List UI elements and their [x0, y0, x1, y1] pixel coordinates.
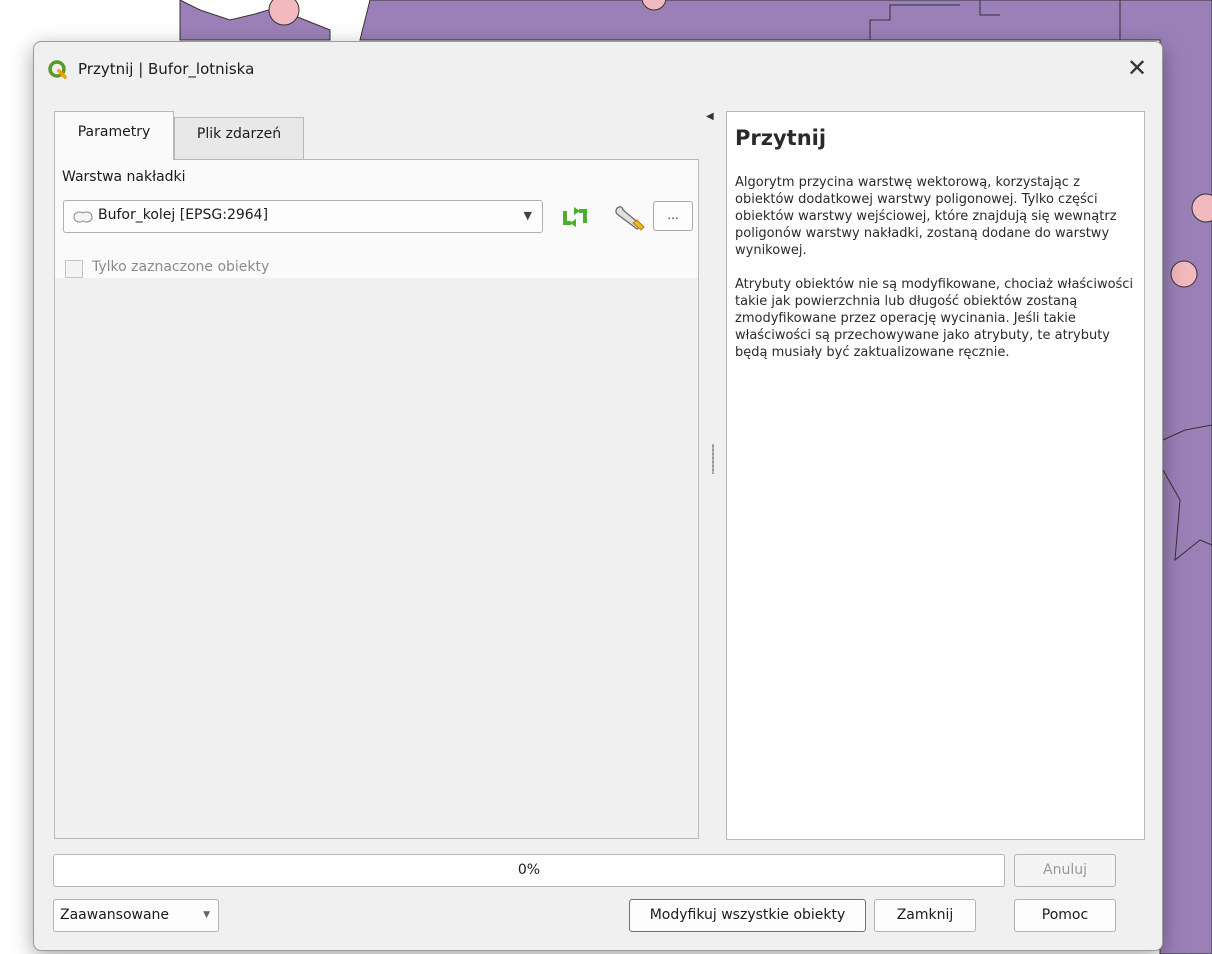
chevron-down-icon: ▼ — [203, 910, 210, 920]
tab-parameters[interactable]: Parametry — [54, 111, 174, 160]
close-icon[interactable]: ✕ — [1122, 54, 1152, 84]
parameters-form: Warstwa nakładki Bufor_kolej [EPSG:2964]… — [55, 160, 698, 278]
progress-bar: 0% — [53, 854, 1005, 887]
polygon-layer-icon — [73, 211, 93, 223]
close-button[interactable]: Zamknij — [874, 899, 976, 932]
clip-dialog: Przytnij | Bufor_lotniska ✕ Parametry Pl… — [33, 41, 1163, 951]
help-panel: Przytnij Algorytm przycina warstwę wekto… — [726, 111, 1145, 840]
more-options-button[interactable]: ... — [653, 201, 693, 231]
parameters-panel: Warstwa nakładki Bufor_kolej [EPSG:2964]… — [54, 159, 699, 839]
selected-only-checkbox[interactable] — [65, 260, 83, 278]
wrench-icon[interactable] — [611, 201, 649, 233]
qgis-logo-icon — [48, 60, 67, 79]
dialog-title: Przytnij | Bufor_lotniska — [78, 60, 255, 78]
chevron-down-icon: ▼ — [523, 209, 532, 222]
modify-all-button[interactable]: Modyfikuj wszystkie obiekty — [629, 899, 866, 932]
overlay-layer-select[interactable]: Bufor_kolej [EPSG:2964] ▼ — [63, 200, 543, 233]
selected-only-label: Tylko zaznaczone obiekty — [92, 259, 270, 275]
help-paragraph: Atrybuty obiektów nie są modyfikowane, c… — [735, 277, 1134, 360]
help-button[interactable]: Pomoc — [1014, 899, 1116, 932]
title-bar: Przytnij | Bufor_lotniska ✕ — [34, 42, 1162, 98]
help-title: Przytnij — [735, 126, 827, 150]
advanced-dropdown[interactable]: Zaawansowane ▼ — [53, 899, 219, 932]
overlay-layer-label: Warstwa nakładki — [62, 169, 186, 185]
collapse-arrow-icon[interactable]: ◀ — [706, 111, 714, 122]
iterate-icon[interactable] — [557, 201, 593, 233]
tab-log[interactable]: Plik zdarzeń — [174, 117, 304, 160]
help-paragraph: Algorytm przycina warstwę wektorową, kor… — [735, 175, 1117, 258]
advanced-label: Zaawansowane — [60, 907, 170, 923]
splitter-handle[interactable] — [712, 444, 714, 474]
overlay-layer-value: Bufor_kolej [EPSG:2964] — [98, 207, 269, 223]
cancel-button[interactable]: Anuluj — [1014, 854, 1116, 887]
progress-label: 0% — [517, 862, 541, 878]
